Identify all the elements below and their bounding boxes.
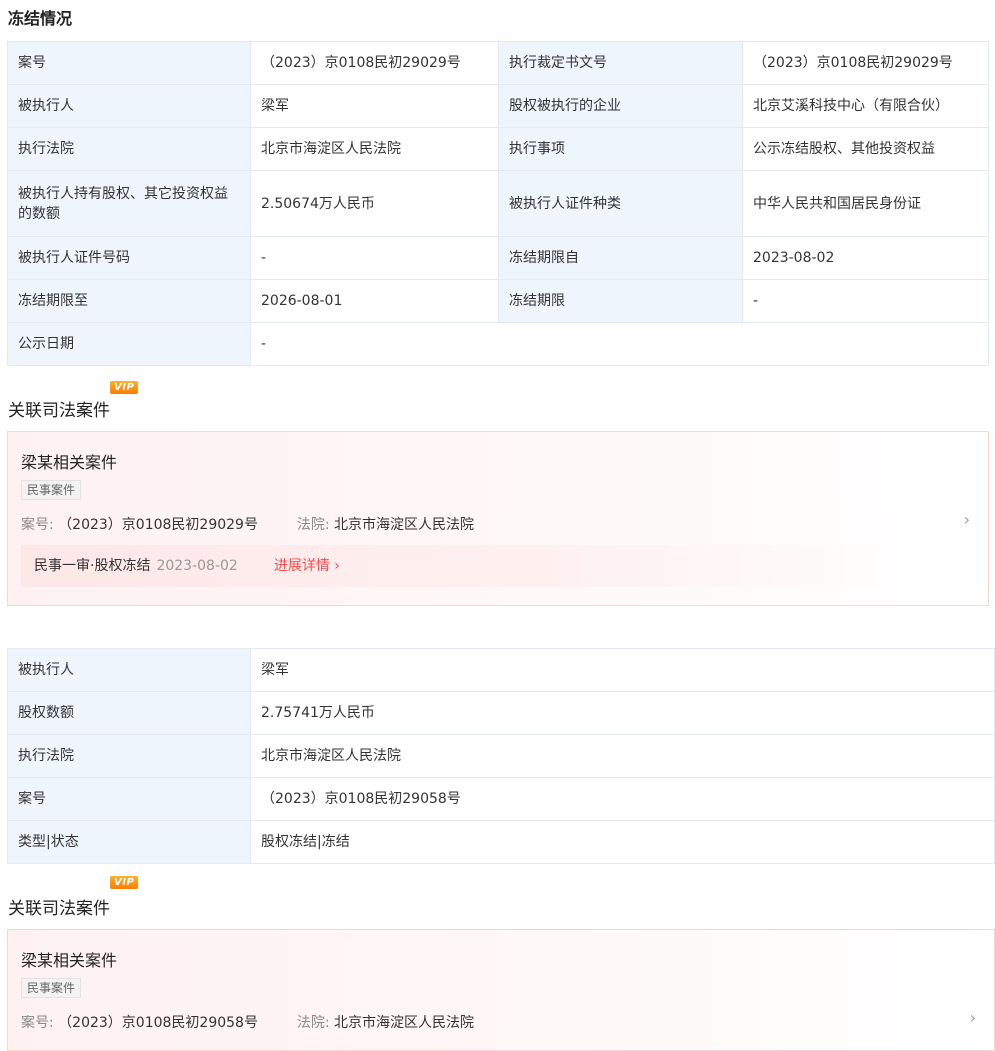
table-row: 被执行人证件号码 - 冻结期限自 2023-08-02 bbox=[7, 236, 989, 280]
field-label: 被执行人 bbox=[7, 84, 251, 128]
related-case-card[interactable]: 梁某相关案件 民事案件 案号: （2023）京0108民初29029号 法院: … bbox=[7, 431, 989, 606]
field-value: （2023）京0108民初29029号 bbox=[742, 41, 989, 85]
field-label: 股权数额 bbox=[7, 691, 251, 735]
field-value: 北京市海淀区人民法院 bbox=[250, 734, 995, 778]
field-label: 公示日期 bbox=[7, 322, 251, 366]
field-value: - bbox=[250, 236, 499, 280]
chevron-right-icon[interactable]: › bbox=[964, 510, 970, 529]
table-row: 执行法院 北京市海淀区人民法院 bbox=[7, 734, 995, 778]
field-label: 类型|状态 bbox=[7, 820, 251, 864]
related-cases-heading: 关联司法案件 bbox=[8, 401, 110, 421]
table-row: 公示日期 - bbox=[7, 322, 989, 366]
case-card-title: 梁某相关案件 bbox=[21, 453, 118, 472]
related-cases-heading: 关联司法案件 bbox=[8, 899, 110, 919]
chevron-right-icon[interactable]: › bbox=[970, 1008, 976, 1027]
table-row: 案号 （2023）京0108民初29058号 bbox=[7, 777, 995, 821]
court-label: 法院: bbox=[296, 517, 330, 533]
field-label: 被执行人持有股权、其它投资权益的数额 bbox=[7, 170, 251, 237]
field-value[interactable]: 梁军 bbox=[250, 648, 995, 692]
section-title: 冻结情况 bbox=[8, 9, 73, 28]
field-value: 公示冻结股权、其他投资权益 bbox=[742, 127, 989, 171]
vip-badge: VIP bbox=[110, 876, 139, 889]
case-progress-bar: 民事一审·股权冻结 2023-08-02 进展详情 › bbox=[21, 545, 941, 587]
table-row: 执行法院 北京市海淀区人民法院 执行事项 公示冻结股权、其他投资权益 bbox=[7, 127, 989, 171]
field-label: 冻结期限至 bbox=[7, 279, 251, 323]
court-value: 北京市海淀区人民法院 bbox=[334, 1015, 475, 1031]
field-label: 被执行人 bbox=[7, 648, 251, 692]
progress-detail-link[interactable]: 进展详情 › bbox=[274, 558, 340, 574]
field-value: 中华人民共和国居民身份证 bbox=[742, 170, 989, 237]
court-label: 法院: bbox=[296, 1015, 330, 1031]
field-value: 2026-08-01 bbox=[250, 279, 499, 323]
field-label: 被执行人证件号码 bbox=[7, 236, 251, 280]
field-label: 执行法院 bbox=[7, 127, 251, 171]
case-no-label: 案号: bbox=[21, 1015, 54, 1031]
table-row: 股权数额 2.75741万人民币 bbox=[7, 691, 995, 735]
field-value[interactable]: （2023）京0108民初29029号 bbox=[250, 41, 499, 85]
related-case-card[interactable]: 梁某相关案件 民事案件 案号: （2023）京0108民初29058号 法院: … bbox=[7, 929, 995, 1051]
table-row: 被执行人 梁军 bbox=[7, 648, 995, 692]
progress-stage: 民事一审·股权冻结 bbox=[34, 558, 151, 574]
case-no-value: （2023）京0108民初29058号 bbox=[58, 1015, 258, 1031]
field-value[interactable]: 北京艾溪科技中心（有限合伙） bbox=[742, 84, 989, 128]
table-row: 类型|状态 股权冻结|冻结 bbox=[7, 820, 995, 864]
field-value: 2.50674万人民币 bbox=[250, 170, 499, 237]
court-value: 北京市海淀区人民法院 bbox=[334, 517, 475, 533]
field-value: - bbox=[250, 322, 989, 366]
case-meta: 案号: （2023）京0108民初29058号 法院: 北京市海淀区人民法院 bbox=[21, 1012, 474, 1032]
table-row: 案号 （2023）京0108民初29029号 执行裁定书文号 （2023）京0108民… bbox=[7, 41, 989, 85]
field-label: 执行法院 bbox=[7, 734, 251, 778]
field-value: 2.75741万人民币 bbox=[250, 691, 995, 735]
field-value: - bbox=[742, 279, 989, 323]
equity-holder-table: 被执行人 梁军 股权数额 2.75741万人民币 执行法院 北京市海淀区人民法院 案号 （20… bbox=[7, 648, 995, 864]
field-value[interactable]: （2023）京0108民初29058号 bbox=[250, 777, 995, 821]
field-value: 2023-08-02 bbox=[742, 236, 989, 280]
freeze-info-table: 案号 （2023）京0108民初29029号 执行裁定书文号 （2023）京0108民… bbox=[7, 41, 989, 366]
field-label: 执行事项 bbox=[498, 127, 743, 171]
case-meta: 案号: （2023）京0108民初29029号 法院: 北京市海淀区人民法院 bbox=[21, 514, 474, 534]
case-type-tag: 民事案件 bbox=[21, 480, 82, 500]
field-label: 股权被执行的企业 bbox=[498, 84, 743, 128]
table-row: 被执行人持有股权、其它投资权益的数额 2.50674万人民币 被执行人证件种类 中华人… bbox=[7, 170, 989, 237]
field-value: 股权冻结|冻结 bbox=[250, 820, 995, 864]
field-label: 执行裁定书文号 bbox=[498, 41, 743, 85]
progress-date: 2023-08-02 bbox=[156, 558, 238, 574]
field-label: 冻结期限自 bbox=[498, 236, 743, 280]
field-label: 被执行人证件种类 bbox=[498, 170, 743, 237]
case-no-value: （2023）京0108民初29029号 bbox=[58, 517, 258, 533]
table-row: 被执行人 梁军 股权被执行的企业 北京艾溪科技中心（有限合伙） bbox=[7, 84, 989, 128]
table-row: 冻结期限至 2026-08-01 冻结期限 - bbox=[7, 279, 989, 323]
field-value: 北京市海淀区人民法院 bbox=[250, 127, 499, 171]
case-card-title: 梁某相关案件 bbox=[21, 951, 118, 970]
vip-badge: VIP bbox=[110, 381, 139, 394]
case-type-tag: 民事案件 bbox=[21, 978, 82, 998]
field-label: 案号 bbox=[7, 41, 251, 85]
field-value[interactable]: 梁军 bbox=[250, 84, 499, 128]
case-no-label: 案号: bbox=[21, 517, 54, 533]
field-label: 冻结期限 bbox=[498, 279, 743, 323]
field-label: 案号 bbox=[7, 777, 251, 821]
